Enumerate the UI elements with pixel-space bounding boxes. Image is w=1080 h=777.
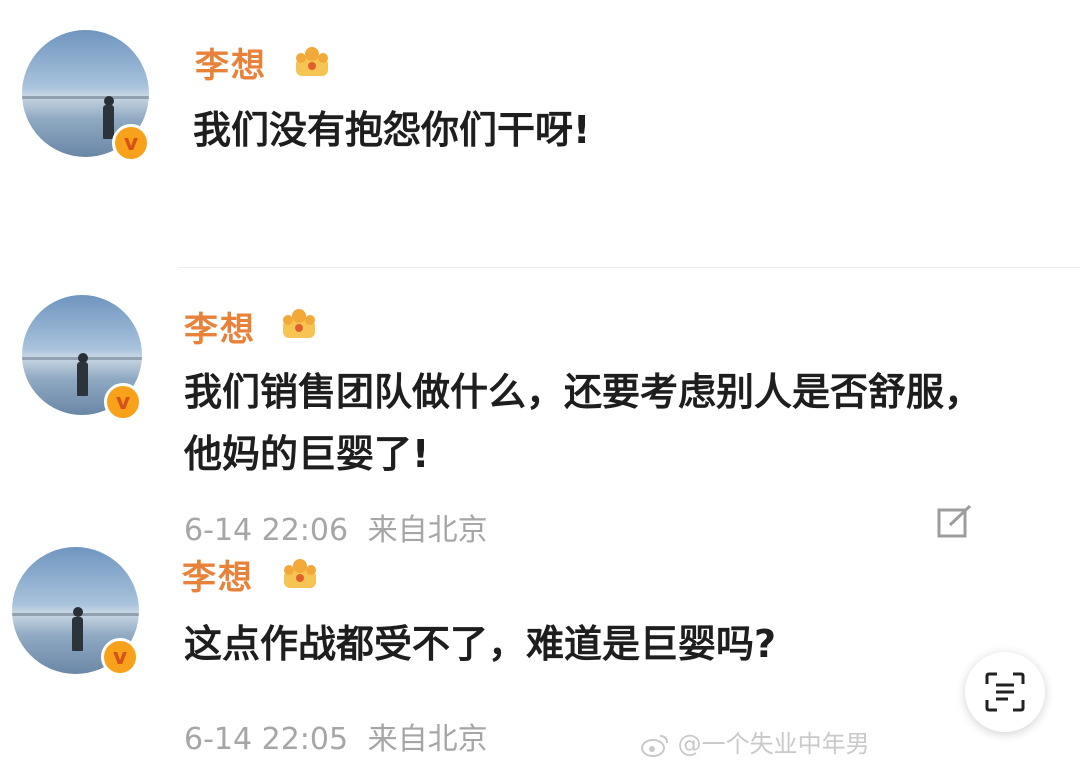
scan-text-button[interactable] — [965, 652, 1045, 732]
username[interactable]: 李想 — [182, 550, 254, 599]
crown-icon — [283, 309, 315, 338]
location: 来自北京 — [367, 722, 488, 757]
post-text-line-2: 他妈的巨婴了! — [184, 432, 430, 476]
crown-icon — [296, 47, 328, 76]
crown-icon — [284, 559, 316, 588]
watermark-text: @一个失业中年男 — [677, 730, 870, 758]
verified-badge-icon: v — [104, 383, 142, 421]
share-icon[interactable] — [936, 503, 976, 539]
watermark: @一个失业中年男 — [640, 724, 870, 759]
verified-badge-icon: v — [101, 638, 139, 676]
post-text: 我们没有抱怨你们干呀! — [193, 108, 591, 152]
weibo-logo-icon — [641, 735, 668, 757]
post-meta: 6-14 22:05 来自北京 — [184, 714, 488, 758]
verified-badge-icon: v — [112, 124, 150, 162]
divider — [178, 267, 1080, 268]
post-text-line-1: 我们销售团队做什么，还要考虑别人是否舒服， — [184, 370, 983, 414]
username[interactable]: 李想 — [184, 302, 256, 351]
location: 来自北京 — [367, 513, 488, 548]
timestamp: 6-14 22:06 — [184, 513, 349, 548]
post-meta: 6-14 22:06 来自北京 — [184, 505, 488, 549]
scan-text-icon — [985, 672, 1025, 712]
timestamp: 6-14 22:05 — [184, 722, 349, 757]
username[interactable]: 李想 — [195, 38, 267, 87]
post-text: 这点作战都受不了，难道是巨婴吗? — [184, 622, 777, 666]
